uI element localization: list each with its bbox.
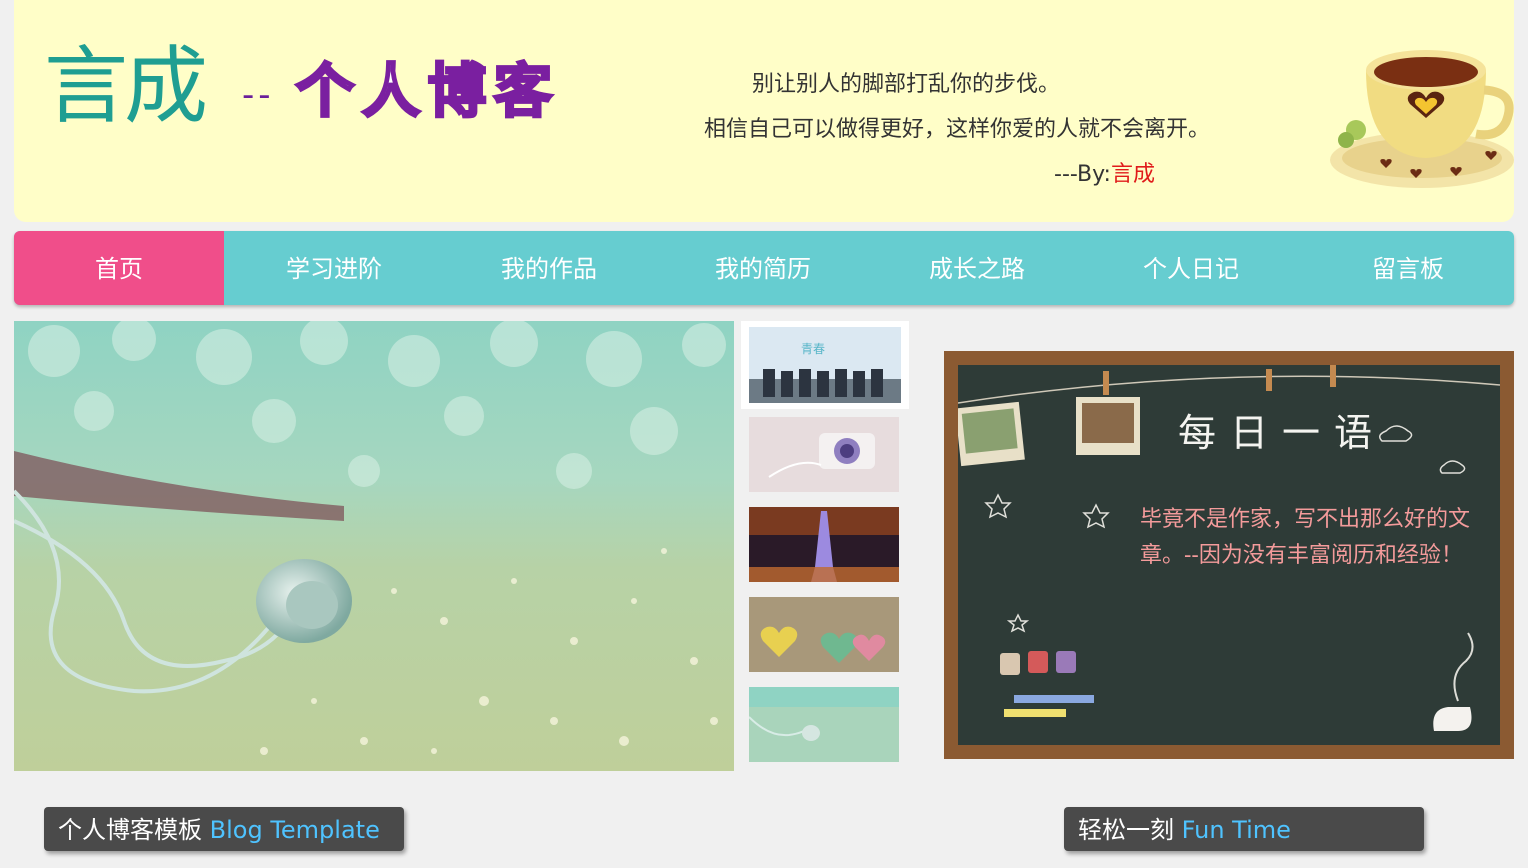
camera-photo — [749, 417, 899, 492]
slideshow-main-image[interactable] — [14, 321, 734, 771]
section-blog-template-en: Blog Template — [209, 816, 380, 844]
earphones-photo — [14, 321, 734, 771]
svg-text:青春: 青春 — [801, 342, 825, 356]
thumbnail-camera[interactable] — [749, 417, 899, 492]
motto-author: 言成 — [1110, 162, 1155, 187]
logo-dash: -- — [242, 75, 275, 115]
daily-quote-text: 毕竟不是作家，写不出那么好的文章。--因为没有丰富阅历和经验！ — [1140, 507, 1471, 568]
nav-item-study[interactable]: 学习进阶 — [229, 231, 439, 305]
motto-line-1: 别让别人的脚部打乱你的步伐。 — [752, 72, 1061, 97]
thumbnail-eiffel[interactable] — [749, 507, 899, 582]
thumbnail-earphones[interactable] — [749, 687, 899, 762]
nav-item-guestbook[interactable]: 留言板 — [1302, 231, 1514, 305]
motto-by-prefix: ---By: — [1054, 162, 1111, 187]
candy-hearts-photo — [749, 597, 899, 672]
site-logo-subtitle: 个人博客 — [294, 57, 561, 125]
tea-cup-image — [1330, 50, 1514, 188]
nav-item-works[interactable]: 我的作品 — [444, 231, 654, 305]
earphones-thumbnail-photo — [749, 687, 899, 762]
thumbnail-hearts[interactable] — [749, 597, 899, 672]
section-fun-time-en: Fun Time — [1181, 816, 1291, 844]
section-blog-template: 个人博客模板 Blog Template — [44, 807, 404, 851]
nav-item-diary[interactable]: 个人日记 — [1086, 231, 1296, 305]
section-blog-template-cn: 个人博客模板 — [58, 816, 210, 844]
section-fun-time: 轻松一刻 Fun Time — [1064, 807, 1424, 851]
site-logo-title[interactable]: 言成 — [44, 44, 208, 128]
thumbnail-friends[interactable]: 青春 — [741, 321, 909, 409]
site-header: 言成 -- 个人博客 别让别人的脚部打乱你的步伐。 相信自己可以做得更好，这样你… — [14, 0, 1514, 222]
section-fun-time-cn: 轻松一刻 — [1078, 816, 1182, 844]
daily-quote-title: 每日一语 — [1178, 411, 1387, 455]
nav-item-home[interactable]: 首页 — [14, 231, 224, 305]
friends-photo: 青春 — [749, 327, 901, 403]
motto-byline: ---By:言成 — [1054, 156, 1155, 188]
main-nav: 首页 学习进阶 我的作品 我的简历 成长之路 个人日记 留言板 — [14, 231, 1514, 305]
motto-line-2: 相信自己可以做得更好，这样你爱的人就不会离开。 — [704, 117, 1211, 142]
eiffel-tower-photo — [749, 507, 899, 582]
nav-item-growth[interactable]: 成长之路 — [872, 231, 1082, 305]
nav-item-resume[interactable]: 我的简历 — [658, 231, 868, 305]
